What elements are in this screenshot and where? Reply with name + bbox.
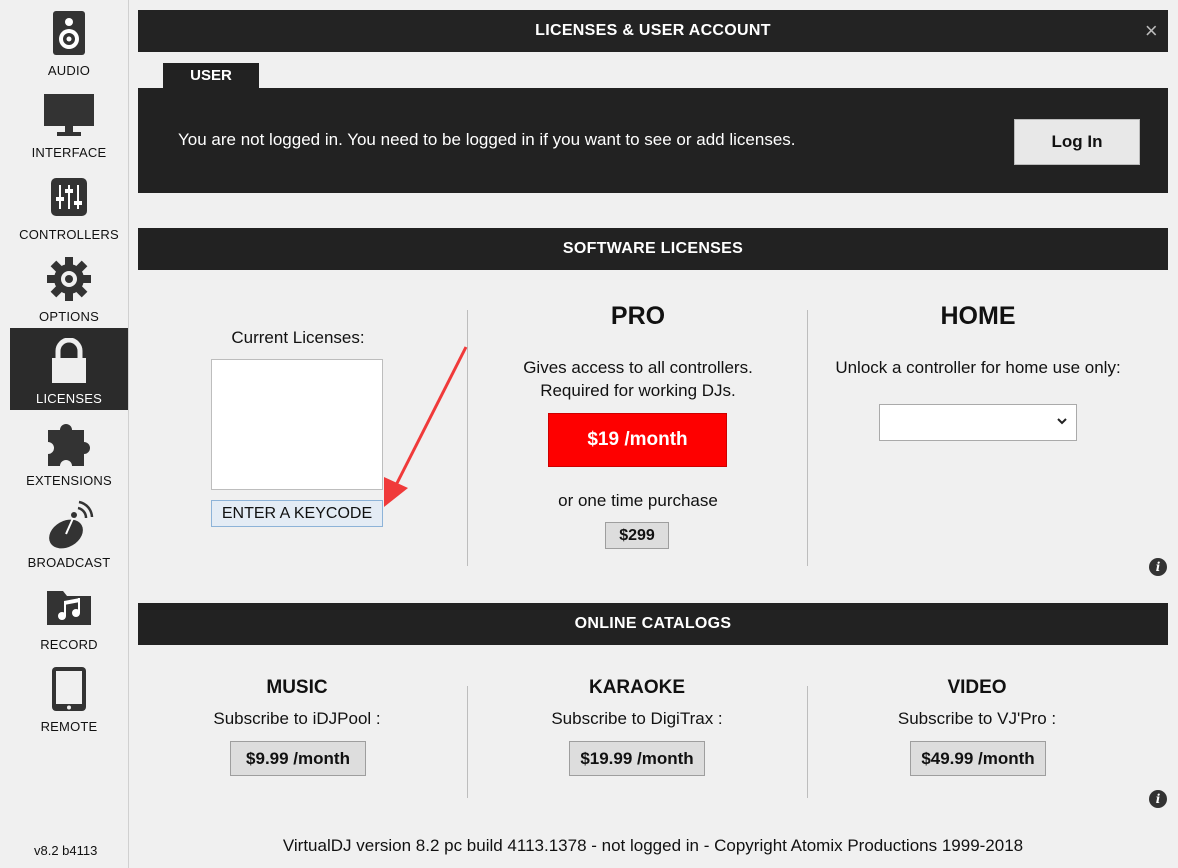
sidebar-item-interface[interactable]: INTERFACE [10, 82, 128, 164]
monitor-icon [41, 89, 97, 141]
window-title-bar: LICENSES & USER ACCOUNT × [138, 10, 1168, 52]
pro-one-time-button[interactable]: $299 [605, 522, 669, 549]
satellite-dish-icon [41, 499, 97, 551]
window-title: LICENSES & USER ACCOUNT [535, 22, 771, 39]
settings-sidebar: AUDIO INTERFACE CONTROLLERS OPTIONS LICE… [0, 0, 129, 868]
software-licenses-header: SOFTWARE LICENSES [138, 228, 1168, 270]
video-title: VIDEO [947, 677, 1007, 698]
sidebar-item-label: AUDIO [47, 63, 91, 78]
home-title: HOME [940, 302, 1016, 330]
divider [467, 686, 468, 798]
sidebar-item-label: LICENSES [36, 391, 102, 406]
online-catalogs-header: ONLINE CATALOGS [138, 603, 1168, 645]
footer-version-text: VirtualDJ version 8.2 pc build 4113.1378… [282, 836, 1024, 855]
sidebar-item-broadcast[interactable]: BROADCAST [10, 492, 128, 574]
login-status-message: You are not logged in. You need to be lo… [178, 130, 796, 149]
current-licenses-label: Current Licenses: [231, 328, 365, 347]
sidebar-item-licenses[interactable]: LICENSES [10, 328, 128, 410]
annotation-arrow [384, 346, 468, 507]
lock-icon [41, 335, 97, 387]
karaoke-subscribe-button[interactable]: $19.99 /month [569, 741, 705, 776]
close-icon[interactable]: × [1145, 18, 1158, 44]
pro-description-line: Gives access to all controllers. [523, 358, 753, 377]
puzzle-icon [41, 417, 97, 469]
info-icon[interactable]: i [1149, 558, 1167, 576]
video-description: Subscribe to VJ'Pro : [897, 709, 1057, 728]
pro-title: PRO [610, 302, 666, 330]
home-controller-select[interactable] [879, 404, 1077, 441]
music-folder-icon [41, 581, 97, 633]
sidebar-item-options[interactable]: OPTIONS [10, 246, 128, 328]
video-subscribe-button[interactable]: $49.99 /month [910, 741, 1046, 776]
enter-keycode-button[interactable]: ENTER A KEYCODE [211, 500, 383, 527]
version-label: v8.2 b4113 [34, 843, 98, 858]
divider [807, 686, 808, 798]
sidebar-item-record[interactable]: RECORD [10, 574, 128, 656]
one-time-label: or one time purchase [558, 491, 718, 510]
chevron-down-icon [1056, 414, 1068, 432]
home-description: Unlock a controller for home use only: [835, 358, 1121, 377]
sidebar-item-label: RECORD [40, 637, 98, 652]
info-icon[interactable]: i [1149, 790, 1167, 808]
music-description: Subscribe to iDJPool : [213, 709, 381, 728]
speaker-icon [41, 7, 97, 59]
sidebar-item-audio[interactable]: AUDIO [10, 0, 128, 82]
divider [807, 310, 808, 566]
sidebar-item-extensions[interactable]: EXTENSIONS [10, 410, 128, 492]
current-licenses-list[interactable] [211, 359, 383, 490]
sidebar-item-controllers[interactable]: CONTROLLERS [10, 164, 128, 246]
licenses-panel: LICENSES & USER ACCOUNT × USER You are n… [138, 10, 1168, 860]
sliders-icon [41, 171, 97, 223]
karaoke-description: Subscribe to DigiTrax : [551, 709, 723, 728]
tab-user[interactable]: USER [163, 63, 259, 88]
sidebar-item-label: BROADCAST [27, 555, 111, 570]
sidebar-item-label: OPTIONS [39, 309, 99, 324]
pro-monthly-button[interactable]: $19 /month [548, 413, 727, 467]
gear-icon [41, 253, 97, 305]
sidebar-item-label: CONTROLLERS [19, 227, 119, 242]
login-button[interactable]: Log In [1014, 119, 1140, 165]
music-subscribe-button[interactable]: $9.99 /month [230, 741, 366, 776]
pro-description-line: Required for working DJs. [540, 381, 736, 400]
user-panel: You are not logged in. You need to be lo… [138, 88, 1168, 193]
pro-description: Gives access to all controllers. Require… [478, 356, 798, 402]
sidebar-item-remote[interactable]: REMOTE [10, 656, 128, 738]
sidebar-item-label: INTERFACE [31, 145, 107, 160]
karaoke-title: KARAOKE [588, 677, 686, 698]
music-title: MUSIC [266, 677, 328, 698]
sidebar-item-label: EXTENSIONS [26, 473, 112, 488]
tablet-icon [41, 663, 97, 715]
sidebar-item-label: REMOTE [40, 719, 98, 734]
